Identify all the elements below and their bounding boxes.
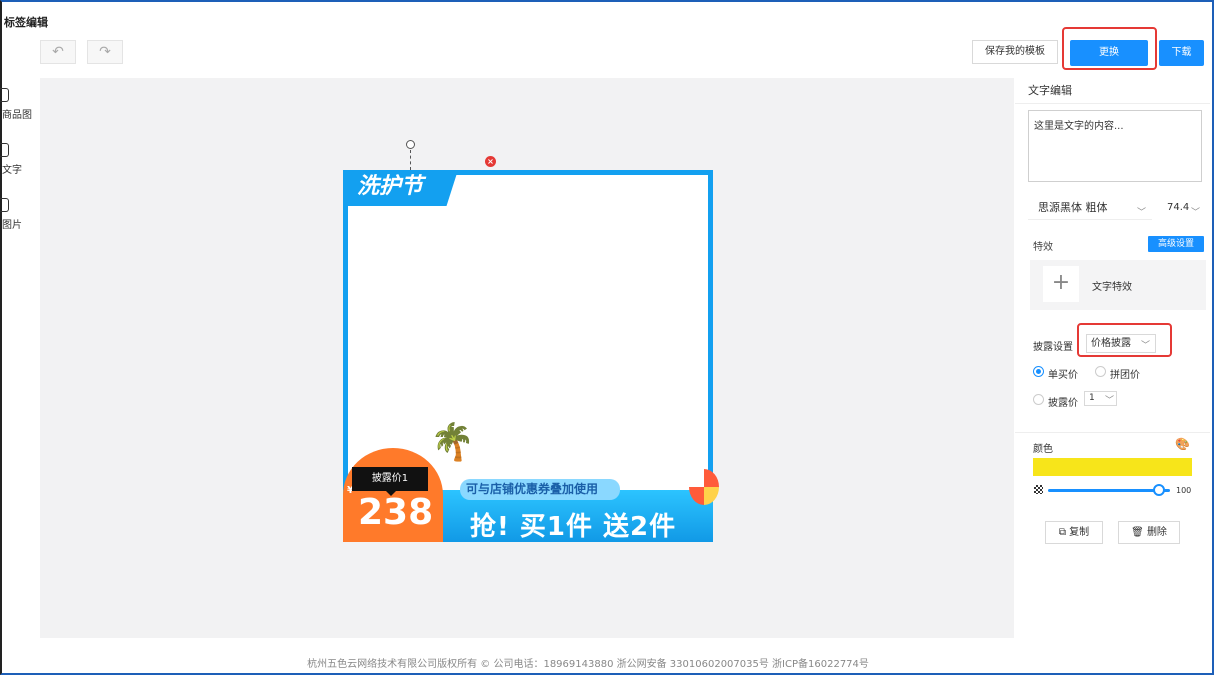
effects-label: 特效 — [1033, 242, 1053, 253]
tag-icon — [0, 88, 9, 102]
page-title: 标签编辑 — [4, 16, 48, 29]
font-family-value: 思源黑体 粗体 — [1038, 201, 1108, 214]
radio-group-price[interactable] — [1095, 366, 1106, 377]
tool-label: 图片 — [2, 220, 22, 231]
copy-button[interactable]: ⧉ 复制 — [1045, 521, 1103, 544]
redo-arrow-icon: ↷ — [99, 44, 111, 60]
text-content-input[interactable]: 这里是文字的内容... — [1028, 110, 1202, 182]
tool-label: 商品图 — [2, 110, 32, 121]
panel-header: 文字编辑 — [1028, 84, 1072, 97]
rotate-handle-icon[interactable] — [406, 140, 415, 149]
disclosure-label: 披露设置 — [1033, 342, 1073, 353]
save-template-button[interactable]: 保存我的模板 — [972, 40, 1058, 64]
radio-label: 披露价 — [1048, 398, 1078, 409]
opacity-slider[interactable] — [1048, 489, 1170, 492]
trash-icon: 🗑 — [1131, 527, 1147, 538]
radio-label: 单买价 — [1048, 370, 1078, 381]
image-icon — [0, 198, 9, 212]
opacity-icon — [1034, 485, 1043, 494]
tool-label: 文字 — [2, 165, 22, 176]
price-value[interactable]: 238 — [358, 492, 433, 533]
opacity-value: 100 — [1176, 486, 1192, 495]
font-size-value: 74.4 — [1167, 202, 1190, 213]
copy-icon: ⧉ — [1058, 527, 1070, 538]
beach-ball-icon — [689, 469, 719, 505]
radio-label: 拼团价 — [1110, 370, 1140, 381]
footer-text: 杭州五色云网络技术有限公司版权所有 © 公司电话：18969143880 浙公网… — [307, 659, 869, 670]
text-effect-label: 文字特效 — [1092, 282, 1132, 293]
radio-disclosed-price[interactable] — [1033, 394, 1044, 405]
coupon-text[interactable]: 可与店铺优惠券叠加使用 — [460, 479, 620, 500]
redo-button[interactable]: ↷ — [87, 40, 123, 64]
rotate-guide-line — [410, 150, 411, 170]
radio-single-price[interactable] — [1033, 366, 1044, 377]
color-swatch[interactable] — [1033, 458, 1192, 476]
chevron-down-icon: ﹀ — [1105, 396, 1115, 406]
add-effect-icon[interactable]: + — [1043, 266, 1079, 302]
chevron-down-icon: ﹀ — [1137, 208, 1147, 218]
delete-label: 删除 — [1146, 527, 1167, 538]
copy-label: 复制 — [1069, 527, 1090, 538]
download-button[interactable]: 下载 — [1159, 40, 1204, 66]
undo-arrow-icon: ↶ — [52, 44, 64, 60]
chevron-down-icon: ﹀ — [1141, 341, 1151, 351]
advanced-settings-button[interactable]: 高级设置 — [1148, 236, 1204, 252]
disclosed-index-value: 1 — [1089, 393, 1095, 403]
poster-tag: 洗护节 — [343, 170, 458, 206]
divider — [1015, 103, 1210, 104]
price-tooltip: 披露价1 — [352, 467, 428, 496]
font-family-select[interactable]: 思源黑体 粗体 — [1028, 196, 1152, 220]
palm-tree-icon: 🌴 — [430, 422, 475, 463]
delete-button[interactable]: 🗑 删除 — [1118, 521, 1180, 544]
promo-text[interactable]: 抢! 买1件 送2件 — [470, 506, 676, 543]
delete-element-icon[interactable]: × — [485, 156, 496, 167]
divider — [1015, 432, 1210, 433]
undo-button[interactable]: ↶ — [40, 40, 76, 64]
opacity-slider-handle[interactable] — [1153, 484, 1165, 496]
color-label: 颜色 — [1033, 444, 1053, 455]
replace-button[interactable]: 更换 — [1070, 40, 1148, 66]
text-icon — [0, 143, 9, 157]
disclosure-value: 价格披露 — [1091, 338, 1131, 349]
chevron-down-icon: ﹀ — [1191, 208, 1201, 218]
palette-icon[interactable]: 🎨 — [1175, 437, 1190, 451]
